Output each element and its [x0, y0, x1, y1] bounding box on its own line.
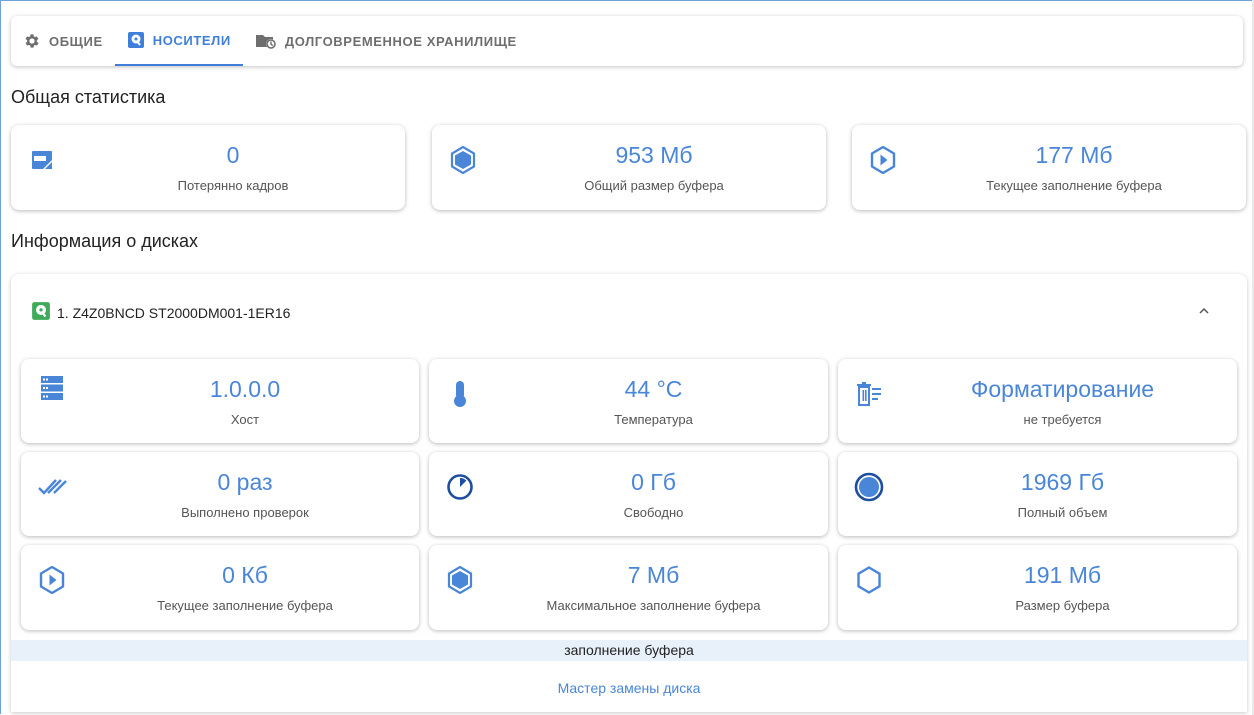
disk-stat-value: 1969 Гб: [1020, 469, 1105, 495]
server-icon: [37, 373, 67, 403]
disk-stat-value: 0 раз: [217, 469, 273, 495]
disk-stat-value: 0 Гб: [631, 469, 676, 495]
gear-icon: [23, 32, 41, 50]
disk-stat-label: Размер буфера: [1015, 598, 1110, 613]
tab-storage-media[interactable]: НОСИТЕЛИ: [114, 16, 243, 66]
disk-card-formatting: Форматирование не требуется: [838, 359, 1237, 443]
tab-general[interactable]: ОБЩИЕ: [11, 16, 115, 66]
drive-green-icon: [31, 301, 51, 324]
hexagon-outline-icon: [854, 565, 884, 595]
stat-value: 953 Мб: [615, 142, 693, 168]
disk-card-free: 0 Гб Свободно: [429, 452, 828, 536]
buffer-fill-bar: заполнение буфера: [11, 640, 1247, 661]
disk-header[interactable]: 1. Z4Z0BNCD ST2000DM001-1ER16: [31, 301, 290, 324]
drive-icon: [127, 31, 145, 49]
thermometer-icon: [445, 379, 475, 409]
hexagon-filled-icon: [445, 565, 475, 595]
disk-stat-label: Полный объем: [1017, 505, 1108, 520]
stat-label: Текущее заполнение буфера: [986, 178, 1162, 193]
disk-stat-label: Максимальное заполнение буфера: [546, 598, 761, 613]
disk-stat-label: не требуется: [1023, 412, 1102, 427]
hexagon-play-icon: [868, 145, 898, 175]
disk-card-buffer-size: 191 Мб Размер буфера: [838, 545, 1237, 630]
lost-frames-icon: [27, 145, 57, 175]
disk-card-total-volume: 1969 Гб Полный объем: [838, 452, 1237, 536]
disk-stat-value: Форматирование: [970, 376, 1155, 402]
stat-value: 177 Мб: [1035, 142, 1113, 168]
general-stats-title: Общая статистика: [11, 87, 166, 107]
disk-stat-value: 0 Кб: [222, 562, 268, 588]
hexagon-filled-icon: [448, 145, 478, 175]
tab-bar: ОБЩИЕ НОСИТЕЛИ ДОЛГОВРЕМЕННОЕ ХРАНИЛИЩЕ: [11, 16, 1243, 66]
disk-stat-label: Выполнено проверок: [181, 505, 309, 520]
double-check-icon: [37, 472, 67, 502]
disk-stat-label: Свободно: [623, 505, 684, 520]
disk-card-max-buffer: 7 Мб Максимальное заполнение буфера: [429, 545, 828, 630]
tab-long-term-storage[interactable]: ДОЛГОВРЕМЕННОЕ ХРАНИЛИЩЕ: [243, 16, 529, 66]
disk-stat-value: 191 Мб: [1023, 562, 1102, 588]
disk-stat-value: 44 °C: [624, 376, 683, 402]
disk-name: 1. Z4Z0BNCD ST2000DM001-1ER16: [57, 304, 291, 321]
full-circle-icon: [854, 472, 884, 502]
tab-long-term-storage-label: ДОЛГОВРЕМЕННОЕ ХРАНИЛИЩЕ: [284, 33, 517, 49]
stat-value: 0: [226, 142, 240, 168]
disk-info-title: Информация о дисках: [11, 231, 199, 251]
disk-replace-wizard-button[interactable]: Мастер замены диска: [11, 672, 1247, 704]
stat-label: Общий размер буфера: [584, 178, 724, 193]
disk-card-current-buffer: 0 Кб Текущее заполнение буфера: [21, 545, 419, 630]
stat-card-current-buffer: 177 Мб Текущее заполнение буфера: [852, 125, 1246, 210]
archive-folder-icon: [255, 32, 277, 50]
disk-card-host: 1.0.0.0 Хост: [21, 359, 419, 443]
tab-general-label: ОБЩИЕ: [49, 33, 103, 49]
stat-card-lost-frames: 0 Потерянно кадров: [11, 125, 405, 210]
format-trash-icon: [854, 379, 884, 409]
disk-stat-label: Текущее заполнение буфера: [157, 598, 333, 613]
chevron-up-icon[interactable]: [1197, 304, 1211, 318]
disk-stat-value: 1.0.0.0: [209, 376, 281, 402]
disk-stat-value: 7 Мб: [627, 562, 680, 588]
hexagon-play-icon: [37, 565, 67, 595]
disk-stat-label: Температура: [614, 412, 693, 427]
stat-label: Потерянно кадров: [177, 178, 289, 193]
disk-card-checks: 0 раз Выполнено проверок: [21, 452, 419, 536]
disk-card-temperature: 44 °C Температура: [429, 359, 828, 443]
disk-stat-label: Хост: [230, 412, 260, 427]
tab-storage-media-label: НОСИТЕЛИ: [152, 32, 231, 48]
stat-card-total-buffer: 953 Мб Общий размер буфера: [432, 125, 826, 210]
pie-free-icon: [445, 472, 475, 502]
